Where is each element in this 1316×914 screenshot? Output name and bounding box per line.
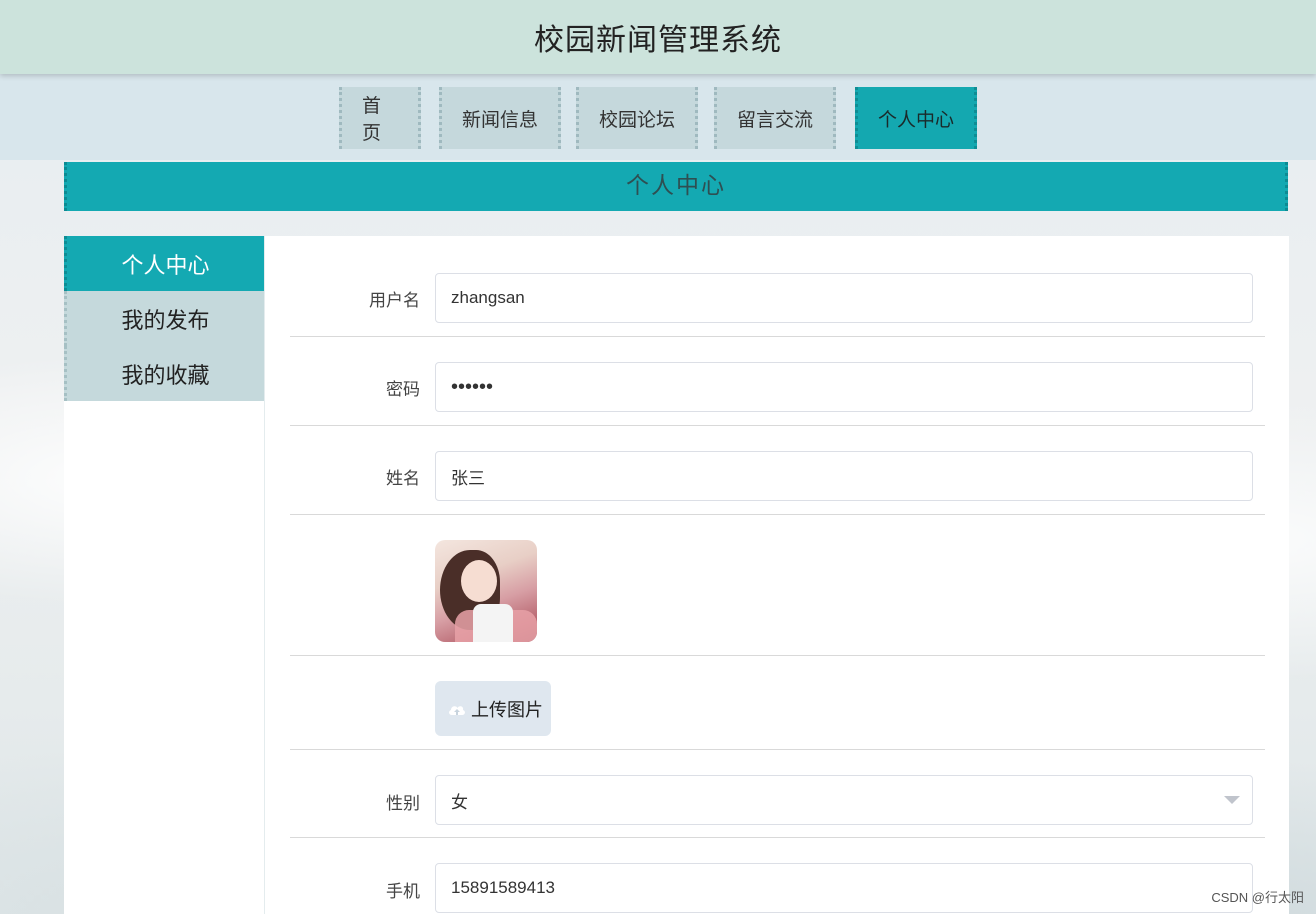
nav-item-personal-center[interactable]: 个人中心 <box>855 87 977 149</box>
form-row-password: 密码 •••••• <box>290 337 1265 426</box>
username-input[interactable]: zhangsan <box>435 273 1253 323</box>
section-banner-title: 个人中心 <box>626 173 726 199</box>
gender-select-value: 女 <box>451 792 468 812</box>
top-header: 校园新闻管理系统 <box>0 0 1316 74</box>
username-label: 用户名 <box>369 291 420 311</box>
nav-item-forum[interactable]: 校园论坛 <box>576 87 698 149</box>
cloud-upload-icon <box>449 705 465 715</box>
nav-item-news[interactable]: 新闻信息 <box>439 87 561 149</box>
sidebar: 个人中心 我的发布 我的收藏 <box>64 236 264 914</box>
name-label: 姓名 <box>386 469 420 489</box>
chevron-down-icon <box>1224 796 1240 804</box>
site-title: 校园新闻管理系统 <box>534 23 782 58</box>
avatar-image <box>435 540 537 642</box>
nav-item-home[interactable]: 首页 <box>339 87 421 149</box>
gender-label: 性别 <box>386 794 420 814</box>
main-nav: 首页 新闻信息 校园论坛 留言交流 个人中心 <box>0 74 1316 160</box>
upload-image-button[interactable]: 上传图片 <box>435 681 551 736</box>
phone-label: 手机 <box>386 882 420 902</box>
profile-form: 用户名 zhangsan 密码 •••••• 姓名 张三 上传图片 性别 女 手… <box>264 236 1289 914</box>
password-label: 密码 <box>386 380 420 400</box>
section-banner: 个人中心 <box>64 162 1288 211</box>
form-row-avatar <box>290 515 1265 656</box>
form-row-gender: 性别 女 <box>290 750 1265 838</box>
form-row-name: 姓名 张三 <box>290 426 1265 515</box>
password-input[interactable]: •••••• <box>435 362 1253 412</box>
phone-input[interactable]: 15891589413 <box>435 863 1253 913</box>
upload-image-label: 上传图片 <box>471 699 543 721</box>
nav-item-messages[interactable]: 留言交流 <box>714 87 836 149</box>
sidebar-item-personal-center[interactable]: 个人中心 <box>64 236 264 291</box>
form-row-phone: 手机 15891589413 <box>290 838 1265 914</box>
sidebar-item-my-favorites[interactable]: 我的收藏 <box>64 346 264 401</box>
sidebar-item-my-posts[interactable]: 我的发布 <box>64 291 264 346</box>
gender-select[interactable]: 女 <box>435 775 1253 825</box>
watermark-text: CSDN @行太阳 <box>1211 890 1304 905</box>
form-row-upload: 上传图片 <box>290 656 1265 750</box>
form-row-username: 用户名 zhangsan <box>290 236 1265 337</box>
name-input[interactable]: 张三 <box>435 451 1253 501</box>
